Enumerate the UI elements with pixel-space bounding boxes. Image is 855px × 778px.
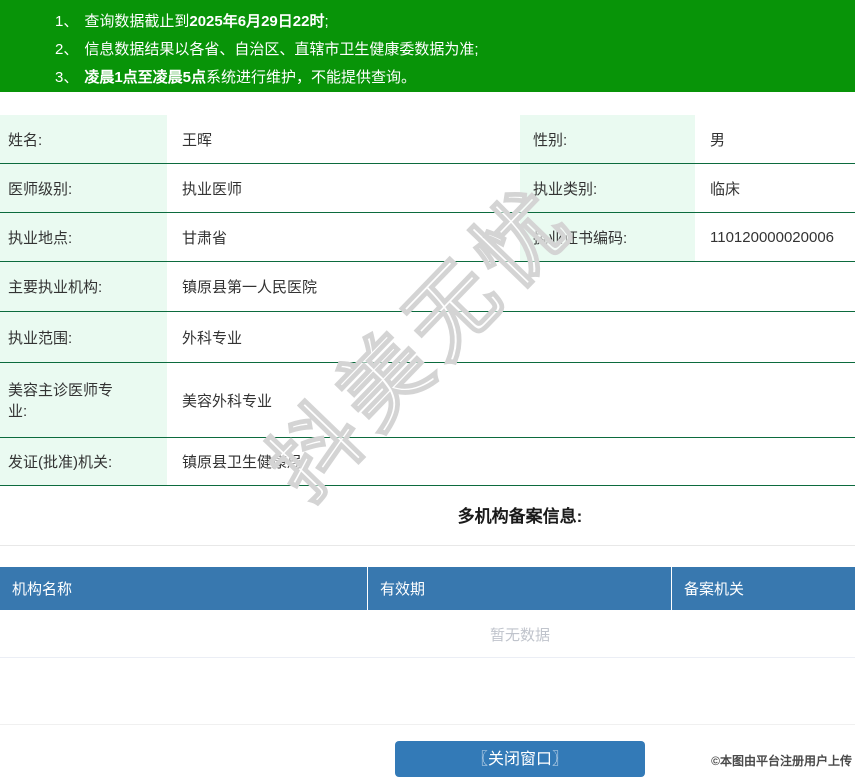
field-label-certificate-number: 执业证书编码: [520,213,695,261]
section-title-filing: 多机构备案信息: [457,507,583,526]
field-value-main-institution: 镇原县第一人民医院 [182,279,318,296]
practitioner-info-table: 姓名: 王晖 性别: 男 医师级别: 执业医师 执业类别: 临床 执业地点: 甘… [0,115,855,486]
notice-text-bold: 凌晨1点至凌晨5点 [84,69,207,86]
table-row: 主要执业机构: 镇原县第一人民医院 [0,262,855,312]
field-label-practice-location: 执业地点: [0,213,167,261]
field-value-doctor-level: 执业医师 [182,180,243,198]
filing-table-header: 机构名称 有效期 备案机关 [0,567,855,610]
field-label-main-institution: 主要执业机构: [0,262,167,311]
table-row: 发证(批准)机关: 镇原县卫生健康局 [0,438,855,486]
field-value-certificate-number: 110120000020006 [710,228,835,246]
filing-header-validity-period: 有效期 [368,567,672,610]
field-value-practice-scope: 外科专业 [182,329,243,347]
notice-text: 系统进行维护，不能提供查询。 [206,69,417,86]
empty-data-text: 暂无数据 [489,627,550,644]
field-label-name: 姓名: [0,115,167,163]
notice-line-number: 1、 [55,13,79,30]
notice-line-3: 3、 凌晨1点至凌晨5点系统进行维护，不能提供查询。 [55,64,855,92]
notice-text: 信息数据结果以各省、自治区、直辖市卫生健康委数据为准; [84,41,479,58]
field-label-practice-category: 执业类别: [520,164,695,212]
field-value-cosmetic-specialty: 美容外科专业 [182,392,273,410]
field-value-practice-location: 甘肃省 [182,229,228,247]
notice-line-number: 2、 [55,41,79,58]
field-value-gender: 男 [710,131,726,149]
field-value-practice-category: 临床 [710,180,741,198]
close-window-button[interactable]: 〖关闭窗口〗 [395,741,645,777]
filing-header-institution-name: 机构名称 [0,567,368,610]
table-row: 执业范围: 外科专业 [0,312,855,363]
button-bar: 〖关闭窗口〗 [185,725,855,777]
notice-line-number: 3、 [55,69,79,86]
field-label-doctor-level: 医师级别: [0,164,167,212]
table-row: 医师级别: 执业医师 执业类别: 临床 [0,164,855,213]
field-label-issuing-authority: 发证(批准)机关: [0,438,167,485]
notice-text-bold: 2025年6月29日22时 [189,13,325,30]
table-row: 姓名: 王晖 性别: 男 [0,115,855,164]
notice-banner: 1、 查询数据截止到2025年6月29日22时; 2、 信息数据结果以各省、自治区、… [0,0,855,92]
table-row: 美容主诊医师专业: 美容外科专业 [0,363,855,438]
field-label-cosmetic-specialty: 美容主诊医师专业: [0,363,167,437]
notice-line-2: 2、 信息数据结果以各省、自治区、直辖市卫生健康委数据为准; [55,36,855,64]
filing-header-filing-authority: 备案机关 [684,581,745,598]
field-value-issuing-authority: 镇原县卫生健康局 [182,454,303,471]
notice-line-1: 1、 查询数据截止到2025年6月29日22时; [55,8,855,36]
field-value-name: 王晖 [182,131,213,149]
notice-text: ; [324,13,329,30]
notice-text: 查询数据截止到 [84,13,190,30]
field-label-gender: 性别: [520,115,695,163]
table-row: 执业地点: 甘肃省 执业证书编码: 110120000020006 [0,213,855,262]
field-label-practice-scope: 执业范围: [0,312,167,362]
